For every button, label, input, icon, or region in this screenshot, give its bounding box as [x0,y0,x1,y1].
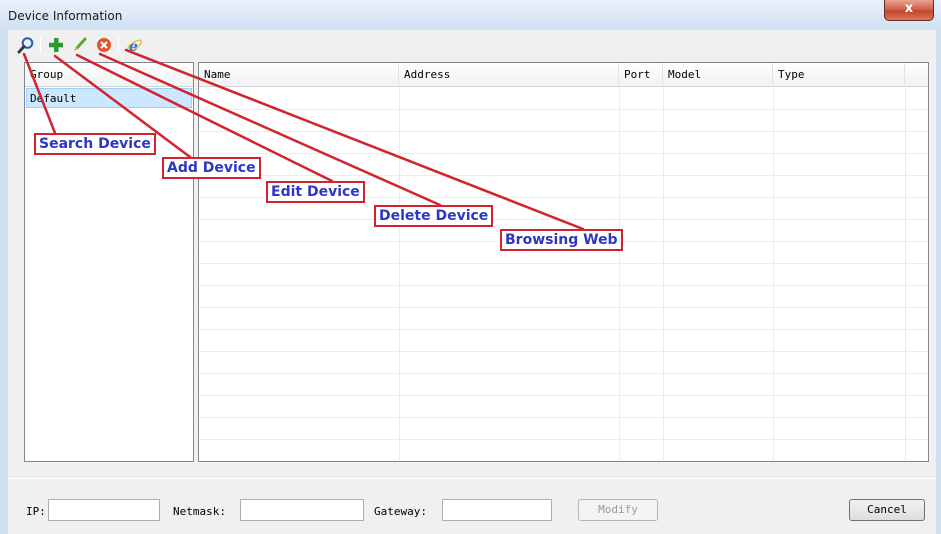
gateway-label: Gateway: [374,505,427,518]
window-title: Device Information [8,9,123,23]
group-item-label: Default [30,92,77,105]
table-row-line [199,175,928,176]
column-header-address[interactable]: Address [399,63,619,87]
table-row-line [199,351,928,352]
table-row-line [199,285,928,286]
table-column-line [399,87,400,461]
table-row-line [199,439,928,440]
ip-label: IP: [26,505,46,518]
toolbar-separator [40,37,41,53]
table-row-line [199,131,928,132]
table-row-line [199,153,928,154]
group-list-header: Group [25,63,193,87]
table-column-line [619,87,620,461]
table-row-line [199,263,928,264]
modify-button[interactable]: Modify [578,499,658,521]
cancel-button[interactable]: Cancel [849,499,925,521]
column-header-port[interactable]: Port [619,63,663,87]
table-row-line [199,307,928,308]
column-header-type[interactable]: Type [773,63,905,87]
callout-search-device: Search Device [34,133,156,155]
browse-web-button[interactable]: e [124,35,144,55]
callout-delete-device: Delete Device [374,205,494,227]
table-row-line [199,329,928,330]
table-row-line [199,373,928,374]
netmask-input[interactable] [240,499,364,521]
toolbar-separator [118,37,119,53]
callout-edit-device: Edit Device [266,181,365,203]
column-header-filler [905,63,928,87]
edit-device-button[interactable] [70,35,90,55]
bottom-separator [8,478,936,479]
device-information-window: Device Information x e Group Default Nam… [0,0,941,534]
delete-icon [97,38,111,52]
table-row-line [199,461,929,462]
table-column-line [905,87,906,461]
window-frame-right [936,30,941,534]
table-column-line [663,87,664,461]
table-row-line [199,219,928,220]
table-row-line [199,395,928,396]
ip-input[interactable] [48,499,160,521]
magnifier-icon [17,37,34,54]
close-icon: x [904,1,914,16]
device-table-header: Name Address Port Model Type [199,63,928,87]
column-header-name[interactable]: Name [199,63,399,87]
ie-browser-icon: e [126,39,142,54]
delete-device-button[interactable] [94,35,114,55]
group-item-default[interactable]: Default [26,88,192,108]
pencil-icon [74,37,87,51]
callout-add-device: Add Device [162,157,261,179]
group-list[interactable]: Group Default [24,62,194,462]
device-table[interactable]: Name Address Port Model Type [198,62,929,462]
gateway-input[interactable] [442,499,552,521]
column-header-model[interactable]: Model [663,63,773,87]
search-device-button[interactable] [16,35,36,55]
toolbar: e [14,32,214,58]
svg-text:e: e [129,39,138,54]
table-column-line [773,87,774,461]
window-frame-left [0,30,8,534]
table-row-line [199,109,928,110]
plus-icon [49,38,63,52]
table-row-line [199,417,928,418]
netmask-label: Netmask: [173,505,226,518]
title-bar[interactable]: Device Information x [0,0,941,30]
close-button[interactable]: x [884,0,934,21]
add-device-button[interactable] [46,35,66,55]
group-column-header[interactable]: Group [25,63,193,87]
callout-browsing-web: Browsing Web [500,229,623,251]
